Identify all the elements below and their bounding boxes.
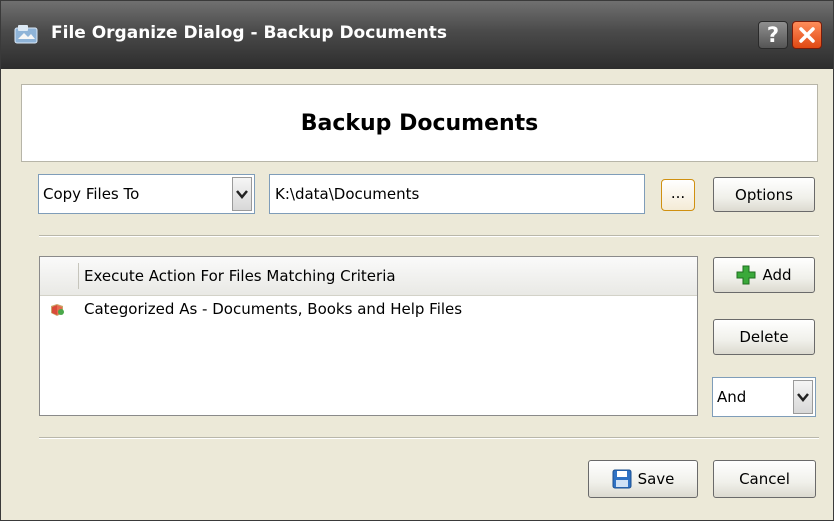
logic-select[interactable]: And [712, 377, 816, 417]
delete-label: Delete [739, 328, 789, 346]
action-select-value: Copy Files To [43, 185, 140, 203]
add-button[interactable]: Add [713, 257, 815, 293]
dropdown-arrow-icon[interactable] [793, 380, 813, 414]
browse-button[interactable]: ... [661, 179, 695, 211]
cancel-label: Cancel [739, 470, 790, 488]
delete-button[interactable]: Delete [713, 319, 815, 355]
divider [39, 437, 819, 439]
action-select[interactable]: Copy Files To [38, 174, 255, 214]
divider [39, 235, 819, 237]
save-button[interactable]: Save [588, 460, 698, 498]
list-item[interactable]: Categorized As - Documents, Books and He… [40, 297, 697, 323]
window-title: File Organize Dialog - Backup Documents [51, 23, 448, 43]
save-label: Save [637, 470, 675, 488]
title-bar[interactable]: File Organize Dialog - Backup Documents … [1, 1, 833, 69]
options-button[interactable]: Options [713, 177, 815, 212]
dialog-window: File Organize Dialog - Backup Documents … [0, 0, 834, 521]
destination-input[interactable]: K:\data\Documents [269, 174, 645, 214]
help-icon: ? [766, 23, 780, 47]
app-icon [14, 25, 38, 44]
dropdown-arrow-icon[interactable] [232, 177, 252, 211]
list-item-label: Categorized As - Documents, Books and He… [84, 300, 463, 318]
help-button[interactable]: ? [758, 21, 788, 49]
close-icon [799, 27, 815, 43]
logic-select-value: And [717, 388, 747, 406]
column-header[interactable]: Execute Action For Files Matching Criter… [84, 267, 396, 285]
header-panel: Backup Documents [21, 84, 818, 162]
destination-value: K:\data\Documents [275, 185, 420, 203]
options-label: Options [735, 185, 793, 204]
column-separator [78, 263, 79, 289]
category-icon [51, 304, 64, 316]
add-label: Add [762, 266, 792, 284]
page-title: Backup Documents [300, 110, 539, 136]
add-icon [736, 265, 756, 285]
save-icon [612, 469, 632, 489]
criteria-list[interactable]: Execute Action For Files Matching Criter… [39, 256, 698, 416]
list-header: Execute Action For Files Matching Criter… [40, 257, 697, 296]
cancel-button[interactable]: Cancel [713, 460, 816, 498]
close-button[interactable] [792, 21, 822, 49]
